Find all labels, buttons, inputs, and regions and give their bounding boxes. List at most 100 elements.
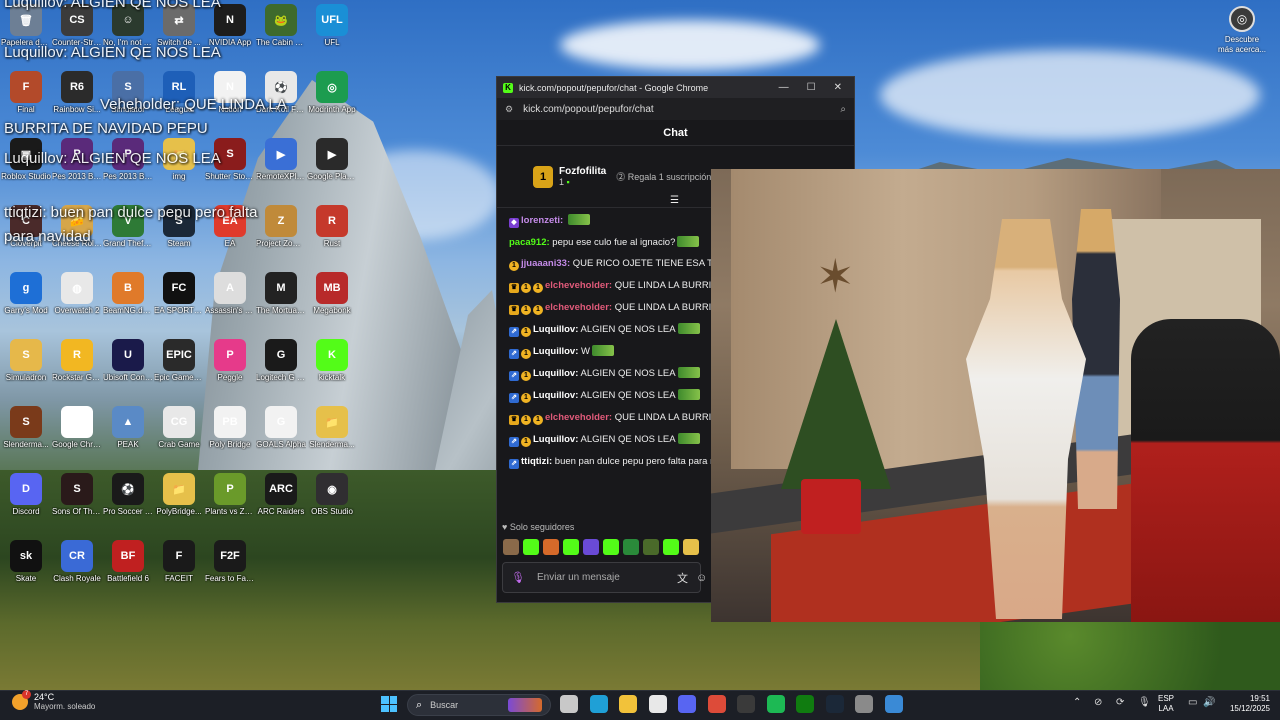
collapse-pinned-icon[interactable]: ☰ <box>670 195 679 206</box>
language-indicator[interactable]: ESP LAA <box>1158 694 1174 714</box>
chat-username[interactable]: elcheveholder: <box>545 302 612 313</box>
chrome-taskbar-icon[interactable] <box>707 695 726 713</box>
file-explorer-taskbar-icon[interactable] <box>619 695 637 713</box>
chat-username[interactable]: jjuaaani33: <box>521 258 570 269</box>
window-titlebar[interactable]: K kick.com/popout/pepufor/chat - Google … <box>497 77 854 98</box>
desktop-icon[interactable]: ◉ OBS Studio <box>307 473 357 517</box>
chat-input-box[interactable]: 🎙 文 ☺ <box>502 562 707 593</box>
emoji-icon[interactable]: ☺ <box>696 572 707 584</box>
maximize-button[interactable]: ☐ <box>807 82 816 93</box>
xbox-taskbar-icon[interactable] <box>796 695 814 713</box>
chat-username[interactable]: paca912: <box>509 237 550 248</box>
discord-taskbar-icon[interactable] <box>678 695 696 713</box>
desktop-icon[interactable]: S Sons Of The Forest <box>52 473 102 517</box>
desktop-icon[interactable]: S Simuladron <box>1 339 51 383</box>
zoom-icon[interactable]: ⌕ <box>840 104 846 115</box>
desktop-icon[interactable]: FC EA SPORTS FC 26 <box>154 272 204 316</box>
spotify-taskbar-icon[interactable] <box>766 695 785 713</box>
desktop-icon[interactable]: UFL UFL <box>307 4 357 48</box>
volume-icon[interactable]: 🔊 <box>1203 697 1215 708</box>
taskbar-search[interactable]: ⌕ <box>407 694 551 716</box>
desktop-icon[interactable]: R Rockstar Games ... <box>52 339 102 383</box>
desktop-icon[interactable]: 🐸 The Cabin Factory <box>256 4 306 48</box>
desktop-icon-discover[interactable]: ◎ Descubre más acerca... <box>1218 6 1266 55</box>
site-info-icon[interactable]: ⚙ <box>505 104 513 115</box>
desktop-icon[interactable]: Kkicktalk <box>307 339 357 383</box>
start-button[interactable] <box>381 696 397 712</box>
translate-icon[interactable]: 文 <box>677 570 688 586</box>
chat-username[interactable]: Luquillov: <box>533 434 578 445</box>
microphone-icon[interactable]: 🎙 <box>511 571 525 584</box>
desktop-icon[interactable]: S Slenderma... <box>1 406 51 450</box>
desktop-icon[interactable]: U Ubisoft Connect <box>103 339 153 383</box>
desktop-icon[interactable]: ARC ARC Raiders <box>256 473 306 517</box>
desktop-icon[interactable]: BF Battlefield 6 <box>103 540 153 584</box>
desktop-icon[interactable]: CR Clash Royale <box>52 540 102 584</box>
stream-video-overlay[interactable]: ✶ <box>711 169 1280 622</box>
weather-widget[interactable]: 7 24°C Mayorm. soleado <box>12 690 95 712</box>
desktop-icon[interactable]: ▲ PEAK <box>103 406 153 450</box>
sync-icon[interactable]: ⟳ <box>1116 697 1124 708</box>
task-view-taskbar-icon[interactable] <box>560 695 578 713</box>
emote-icon[interactable] <box>563 539 579 555</box>
chat-username[interactable]: ttiqtizi: <box>521 456 552 467</box>
display-icon[interactable]: ▭ <box>1188 697 1197 708</box>
desktop-icon[interactable]: ◉ Google Chrome <box>52 406 102 450</box>
taskbar-clock[interactable]: 19:51 15/12/2025 <box>1222 694 1270 714</box>
emote-icon[interactable] <box>683 539 699 555</box>
desktop-icon[interactable]: ▶ RemoteXPlayer <box>256 138 306 182</box>
desktop-icon[interactable]: sk Skate <box>1 540 51 584</box>
network-off-icon[interactable]: ⊘ <box>1094 697 1102 708</box>
emote-icon[interactable] <box>663 539 679 555</box>
chat-username[interactable]: Luquillov: <box>533 390 578 401</box>
desktop-icon[interactable]: ◎ Modrinth App <box>307 71 357 115</box>
desktop-icon[interactable]: D Discord <box>1 473 51 517</box>
desktop-icon[interactable]: ⚽ Pro Soccer Online <box>103 473 153 517</box>
chat-username[interactable]: elcheveholder: <box>545 280 612 291</box>
desktop-icon[interactable]: 📁 Slenderma... <box>307 406 357 450</box>
store-taskbar-icon[interactable] <box>648 695 667 713</box>
microphone-tray-icon[interactable]: 🎙 <box>1138 697 1151 708</box>
desktop-icon[interactable]: G Logitech G HUB <box>256 339 306 383</box>
close-button[interactable]: ✕ <box>834 82 842 93</box>
chat-username[interactable]: Luquillov: <box>533 346 578 357</box>
edge-taskbar-icon[interactable] <box>589 695 608 713</box>
desktop-icon[interactable]: F2F Fears to Fathom... <box>205 540 255 584</box>
steam-taskbar-icon[interactable] <box>825 695 844 713</box>
desktop-icon[interactable]: R6 Rainbow Si... <box>52 71 102 115</box>
address-bar[interactable]: ⚙ kick.com/popout/pepufor/chat ⌕ <box>497 98 854 120</box>
emote-icon[interactable] <box>623 539 639 555</box>
desktop-icon[interactable]: g Garry's Mod <box>1 272 51 316</box>
desktop-icon[interactable]: R Rust <box>307 205 357 249</box>
desktop-icon[interactable]: F Final <box>1 71 51 115</box>
desktop-icon[interactable]: CG Crab Game <box>154 406 204 450</box>
chat-username[interactable]: elcheveholder: <box>545 412 612 423</box>
chevron-up-icon[interactable]: ⌃ <box>1073 697 1081 708</box>
emote-bar[interactable] <box>503 539 699 555</box>
emote-icon[interactable] <box>503 539 519 555</box>
chat-username[interactable]: Luquillov: <box>533 368 578 379</box>
settings-taskbar-icon[interactable] <box>855 695 873 713</box>
chat-message-input[interactable] <box>536 572 669 583</box>
desktop-icon[interactable]: MB Megabonk <box>307 272 357 316</box>
desktop-icon[interactable]: G GOALS Alpha <box>256 406 306 450</box>
taskbar-search-input[interactable] <box>430 700 501 710</box>
emote-icon[interactable] <box>543 539 559 555</box>
emote-icon[interactable] <box>603 539 619 555</box>
desktop-icon[interactable]: ▶ Google Play Juegos <box>307 138 357 182</box>
desktop-icon[interactable]: P Peggle <box>205 339 255 383</box>
desktop-icon[interactable]: PB Poly Bridge <box>205 406 255 450</box>
desktop-icon[interactable]: M The Mortuary Assistant <box>256 272 306 316</box>
desktop-icon[interactable]: P Plants vs Zombies Tr... <box>205 473 255 517</box>
minimize-button[interactable]: — <box>779 82 789 93</box>
url-text[interactable]: kick.com/popout/pepufor/chat <box>523 104 840 115</box>
chat-username[interactable]: lorenzeti: <box>521 215 563 226</box>
chat-username[interactable]: Luquillov: <box>533 324 578 335</box>
desktop-icon[interactable]: EPIC Epic Games Launcher <box>154 339 204 383</box>
desktop-icon[interactable]: ◍ Overwatch 2 <box>52 272 102 316</box>
obs-taskbar-icon[interactable] <box>737 695 755 713</box>
desktop-icon[interactable]: F FACEIT <box>154 540 204 584</box>
emote-icon[interactable] <box>523 539 539 555</box>
desktop-icon[interactable]: A Assassin's Creed I <box>205 272 255 316</box>
pinned-username[interactable]: Fozfofilita <box>559 166 606 177</box>
